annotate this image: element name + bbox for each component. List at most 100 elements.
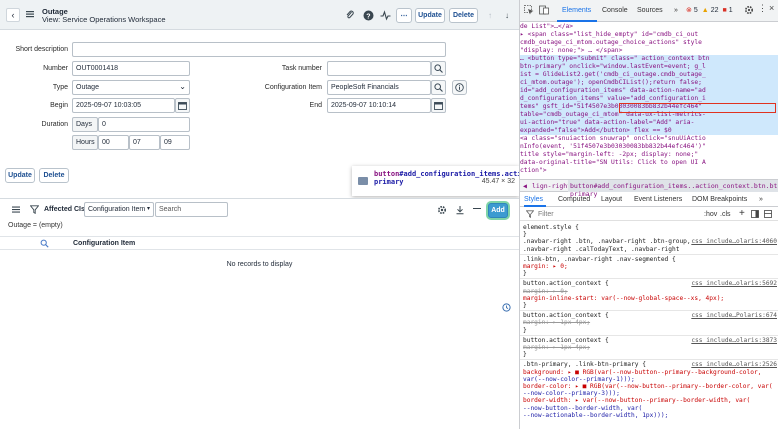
short-description-input[interactable] <box>72 42 446 57</box>
css-declaration[interactable]: .navbar-right .calTodayText, .navbar-rig… <box>523 246 679 253</box>
help-icon[interactable]: ? <box>362 9 374 21</box>
new-rule-icon[interactable]: + <box>739 208 745 219</box>
tab-console[interactable]: Console <box>602 7 628 14</box>
clock-icon[interactable] <box>502 303 511 314</box>
end-calendar-button[interactable] <box>431 98 446 113</box>
css-declaration[interactable]: } <box>523 270 527 277</box>
configuration-item-lookup-button[interactable] <box>431 80 446 95</box>
breadcrumb-item[interactable]: lign-right <box>532 182 571 190</box>
css-declaration[interactable]: } <box>523 351 527 358</box>
tab-sources[interactable]: Sources <box>637 7 663 14</box>
selected-dom-node[interactable]: … <button type="submit" class=" action_c… <box>520 55 710 63</box>
stylesheet-source-link[interactable]: css_include…olaris:4060 <box>691 238 777 245</box>
bottom-update-button[interactable]: Update <box>5 168 35 183</box>
dom-node[interactable]: de List">…</a> <box>520 23 573 31</box>
activity-icon[interactable] <box>379 9 391 21</box>
stylesheet-source-link[interactable]: css_include…Polaris:674 <box>691 312 777 319</box>
inspect-element-icon[interactable] <box>524 5 534 17</box>
configuration-item-input[interactable]: PeopleSoft Financials <box>327 80 431 95</box>
tab-elements[interactable]: Elements <box>562 7 591 14</box>
seconds-input[interactable]: 09 <box>160 135 190 150</box>
stylesheet-source-link[interactable]: css_include…olaris:3873 <box>691 337 777 344</box>
css-declaration[interactable]: } <box>523 302 527 309</box>
css-declaration[interactable]: background: ▸ ■ RGB(var(--now-button--pr… <box>523 369 761 376</box>
css-declaration[interactable]: var(--now-color--primary-1))); <box>523 376 635 383</box>
task-number-input[interactable] <box>327 61 431 76</box>
css-declaration[interactable]: --now-button--border-width, var( <box>523 405 642 412</box>
css-declaration[interactable]: margin: ▸ 1px 4px; <box>523 344 590 351</box>
column-search-icon[interactable] <box>40 239 49 250</box>
paperclip-icon[interactable] <box>344 9 356 21</box>
computed-sidebar-icon[interactable] <box>751 210 759 220</box>
tab-layout[interactable]: Layout <box>601 196 622 203</box>
minutes-input[interactable]: 07 <box>129 135 160 150</box>
update-button[interactable]: Update <box>415 8 445 23</box>
delete-button[interactable]: Delete <box>449 8 478 23</box>
filter-icon[interactable] <box>29 205 40 216</box>
issue-counters[interactable]: ⊗ 5 ▲ 22 ■ 1 <box>686 6 733 15</box>
end-input[interactable]: 2025-09-07 10:10:14 <box>327 98 431 113</box>
css-declaration[interactable]: margin: ▸ 0; <box>523 288 568 295</box>
begin-calendar-button[interactable] <box>175 98 190 113</box>
breadcrumb-back-icon[interactable]: ◀ <box>523 182 527 190</box>
more-subtabs-icon[interactable]: » <box>759 196 763 203</box>
tab-styles[interactable]: Styles <box>524 196 543 203</box>
css-declaration[interactable]: margin: ▸ 0; <box>523 263 568 270</box>
hover-state-toggle[interactable]: :hov <box>704 211 717 218</box>
begin-input[interactable]: 2025-09-07 10:03:05 <box>72 98 175 113</box>
related-list-search-input[interactable]: Search <box>155 202 228 217</box>
bottom-delete-button[interactable]: Delete <box>39 168 69 183</box>
css-selector[interactable]: .link-btn, .navbar-right .nav-segmented … <box>523 256 676 263</box>
more-options-button[interactable]: ⋯ <box>396 8 412 23</box>
task-number-lookup-button[interactable] <box>431 61 446 76</box>
device-toolbar-icon[interactable] <box>539 5 549 17</box>
css-declaration[interactable]: --now-actionable--border-width, 1px))); <box>523 412 668 419</box>
dom-node[interactable]: <a class="snuiaction snuwrap" onclick="s… <box>520 135 706 143</box>
minimize-icon[interactable] <box>473 208 481 210</box>
close-icon[interactable]: × <box>769 3 774 13</box>
css-selector[interactable]: button.action_context { <box>523 280 609 287</box>
css-selector[interactable]: button.action_context { <box>523 337 609 344</box>
css-declaration[interactable]: } <box>523 327 527 334</box>
dom-node[interactable]: ▸ <span class="list_hide_empty" id="cmdb… <box>520 31 698 39</box>
add-configuration-items-button[interactable]: Add <box>488 203 508 218</box>
css-declaration[interactable]: .navbar-right .btn, .navbar-right .btn-g… <box>523 238 691 245</box>
more-tabs-icon[interactable]: » <box>674 7 678 14</box>
hours-input[interactable]: 00 <box>98 135 129 150</box>
toggle-sidebar-icon[interactable] <box>764 210 772 220</box>
tab-computed[interactable]: Computed <box>558 196 590 203</box>
css-selector[interactable]: .btn-primary, .link-btn-primary { <box>523 361 646 368</box>
dom-node[interactable]: cmdb_outage_ci_mtom.outage_choice_action… <box>520 39 702 47</box>
breadcrumb-current[interactable]: button#add_configuration_items..action_c… <box>568 180 778 198</box>
gear-icon[interactable] <box>437 205 447 217</box>
css-declaration[interactable]: margin-inline-start: var(--now-global-sp… <box>523 295 724 302</box>
download-icon[interactable] <box>455 205 465 217</box>
related-list-menu-icon[interactable] <box>12 205 21 216</box>
tab-event-listeners[interactable]: Event Listeners <box>634 196 682 203</box>
settings-gear-icon[interactable] <box>744 5 754 17</box>
column-header-configuration-item[interactable]: Configuration Item <box>73 240 135 247</box>
css-selector[interactable]: element.style { <box>523 224 579 231</box>
css-declaration[interactable]: border-color: ▸ ■ RGB(var(--now-button--… <box>523 383 773 390</box>
context-menu-icon[interactable] <box>25 9 35 19</box>
css-declaration[interactable]: } <box>523 231 527 238</box>
css-selector[interactable]: button.action_context { <box>523 312 609 319</box>
css-declaration[interactable]: margin: ▸ 1px 4px; <box>523 319 590 326</box>
configuration-item-info-button[interactable] <box>452 80 467 95</box>
stylesheet-source-link[interactable]: css_include…olaris:5692 <box>691 280 777 287</box>
back-button[interactable]: ‹ <box>6 8 20 22</box>
type-select[interactable]: Outage ⌄ <box>72 80 190 95</box>
css-declaration[interactable]: --now-color--primary-3))); <box>523 390 620 397</box>
days-input[interactable]: 0 <box>98 117 190 132</box>
css-declaration[interactable]: border-width: ▸ var(--now-button--primar… <box>523 397 750 404</box>
styles-filter-input[interactable]: Filter <box>538 211 554 218</box>
stylesheet-source-link[interactable]: css_include…olaris:2526 <box>691 361 777 368</box>
related-list-filter-select[interactable]: Configuration Item ▾ <box>84 202 154 217</box>
class-toggle[interactable]: .cls <box>720 211 731 218</box>
dom-node[interactable]: "display: none;"> … </span> <box>520 47 622 55</box>
number-input[interactable]: OUT0001418 <box>72 61 190 76</box>
kebab-menu-icon[interactable]: ⋮ <box>758 3 767 14</box>
arrow-down-icon[interactable]: ↓ <box>501 9 513 21</box>
arrow-up-icon[interactable]: ↑ <box>484 9 496 21</box>
tab-dom-breakpoints[interactable]: DOM Breakpoints <box>692 196 747 203</box>
